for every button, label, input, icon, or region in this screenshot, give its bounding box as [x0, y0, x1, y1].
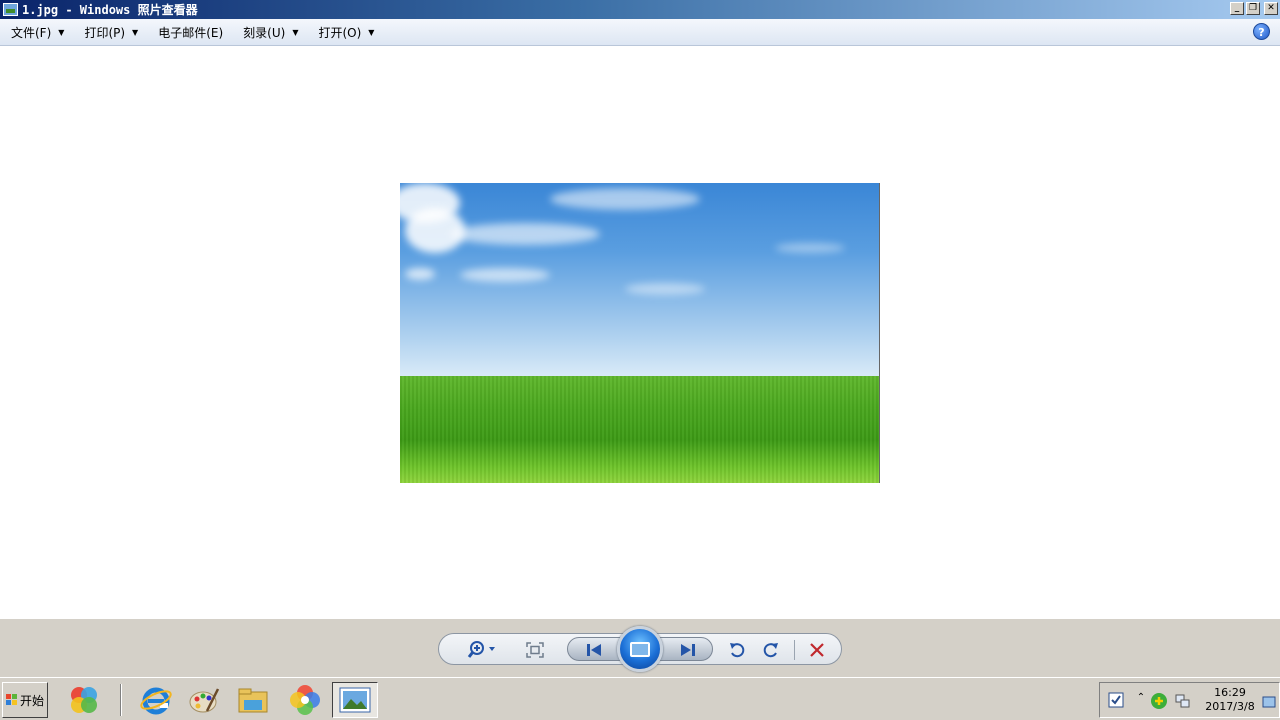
taskbar: 开始 ⌃ 16:29 2017/3/8	[0, 677, 1280, 720]
menu-burn[interactable]: 刻录(U) ▼	[232, 19, 307, 45]
taskbar-color-app[interactable]	[285, 682, 325, 718]
close-button[interactable]: ✕	[1264, 2, 1278, 15]
zoom-button[interactable]	[465, 638, 499, 662]
photo-cloud	[460, 268, 550, 282]
menu-email[interactable]: 电子邮件(E)	[147, 19, 232, 45]
restore-button[interactable]: ❐	[1246, 2, 1260, 15]
rotate-counterclockwise-button[interactable]	[725, 638, 749, 662]
menu-print[interactable]: 打印(P) ▼	[73, 19, 147, 45]
help-icon[interactable]: ?	[1253, 23, 1270, 40]
photo-cloud	[775, 243, 845, 253]
photo-sky	[400, 183, 880, 379]
taskbar-divider	[120, 684, 122, 716]
next-icon	[681, 644, 695, 656]
zoom-icon	[467, 641, 495, 658]
action-center-icon[interactable]	[1108, 692, 1126, 710]
menu-burn-label: 刻录(U)	[243, 25, 286, 40]
next-button[interactable]	[673, 638, 703, 662]
delete-button[interactable]	[805, 638, 829, 662]
viewer-control-area	[0, 619, 1280, 677]
rotate-counterclockwise-icon	[730, 643, 745, 658]
slideshow-button[interactable]	[617, 626, 663, 672]
previous-icon	[587, 644, 601, 656]
menu-file-label: 文件(F)	[11, 25, 52, 40]
folder-icon	[238, 688, 268, 713]
clock-time: 16:29	[1214, 686, 1246, 699]
chevron-down-icon: ▼	[368, 27, 375, 37]
window-controls: _ ❐ ✕	[1230, 2, 1278, 15]
network-icon[interactable]	[1174, 692, 1192, 710]
menu-file[interactable]: 文件(F) ▼	[0, 19, 73, 45]
delete-icon	[810, 643, 824, 657]
paint-palette-icon	[189, 688, 220, 713]
displayed-photo	[400, 183, 880, 483]
chevron-up-icon[interactable]: ⌃	[1132, 692, 1150, 710]
photo-cloud	[550, 188, 700, 210]
taskbar-photo-viewer[interactable]	[332, 682, 378, 718]
internet-explorer-icon	[140, 687, 172, 715]
taskbar-app-colorful[interactable]	[64, 682, 104, 718]
menu-email-label: 电子邮件(E)	[158, 25, 224, 40]
photo-viewer-icon	[339, 687, 371, 713]
minimize-button[interactable]: _	[1230, 2, 1244, 15]
clock-date: 2017/3/8	[1205, 700, 1255, 713]
actual-size-icon	[526, 642, 544, 658]
chevron-down-icon: ▼	[58, 27, 65, 37]
taskbar-file-explorer[interactable]	[233, 682, 273, 718]
taskbar-paint[interactable]	[184, 682, 224, 718]
start-button[interactable]: 开始	[2, 682, 48, 718]
toolbar-separator	[794, 640, 795, 660]
viewer-toolbar	[438, 626, 842, 672]
taskbar-internet-explorer[interactable]	[136, 682, 176, 718]
photo-cloud	[405, 268, 435, 280]
system-tray: ⌃ 16:29 2017/3/8	[1099, 682, 1280, 718]
chevron-down-icon: ▼	[132, 27, 139, 37]
system-clock[interactable]: 16:29 2017/3/8	[1200, 686, 1260, 714]
menu-open[interactable]: 打开(O) ▼	[307, 19, 383, 45]
slideshow-icon	[630, 641, 650, 657]
chevron-down-icon: ▼	[292, 27, 299, 37]
rotate-clockwise-button[interactable]	[759, 638, 783, 662]
menu-bar: 文件(F) ▼ 打印(P) ▼ 电子邮件(E) 刻录(U) ▼ 打开(O) ▼ …	[0, 19, 1280, 46]
start-label: 开始	[19, 693, 44, 708]
photo-cloud	[625, 283, 705, 295]
photo-border	[879, 183, 880, 483]
previous-button[interactable]	[579, 638, 609, 662]
windows-logo-icon	[5, 694, 18, 706]
show-desktop-icon[interactable]	[1262, 695, 1276, 709]
app-circles-icon	[71, 687, 97, 713]
title-bar: 1.jpg - Windows 照片查看器 _ ❐ ✕	[0, 0, 1280, 19]
menu-open-label: 打开(O)	[318, 25, 362, 40]
menu-print-label: 打印(P)	[84, 25, 126, 40]
security-app-icon[interactable]	[1150, 692, 1168, 710]
photo-cloud	[450, 223, 600, 245]
color-wheel-icon	[290, 685, 320, 715]
actual-size-button[interactable]	[523, 638, 547, 662]
window-title: 1.jpg - Windows 照片查看器	[22, 3, 198, 17]
rotate-clockwise-icon	[763, 643, 778, 658]
photo-viewer-app-icon[interactable]	[3, 3, 18, 16]
photo-grass	[400, 376, 880, 483]
